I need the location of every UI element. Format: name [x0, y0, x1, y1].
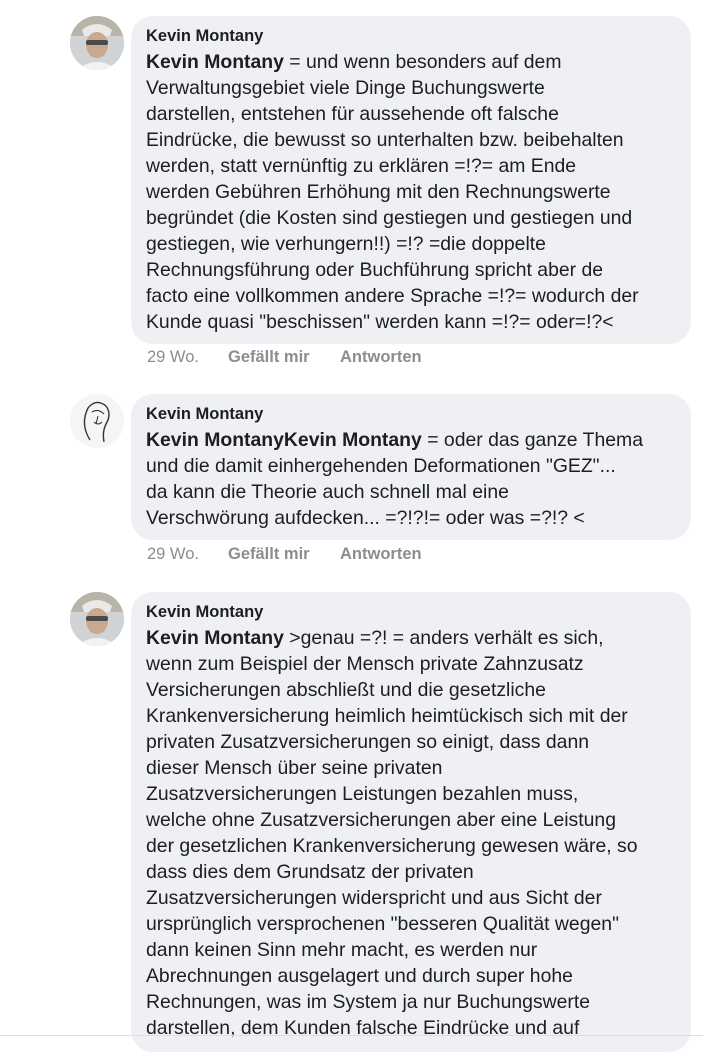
comment-bubble: Kevin Montany Kevin Montany >genau =?! =… [131, 592, 691, 1052]
comment-author[interactable]: Kevin Montany [146, 602, 677, 622]
comment-author[interactable]: Kevin Montany [146, 26, 677, 46]
mention-link[interactable]: Kevin MontanyKevin Montany [146, 429, 422, 451]
comment-timestamp[interactable]: 29 Wo. [147, 348, 228, 367]
mention-link[interactable]: Kevin Montany [146, 627, 284, 649]
comment-text: Kevin Montany >genau =?! = anders verhäl… [146, 625, 677, 1041]
comment-bubble: Kevin Montany Kevin Montany = und wenn b… [131, 16, 691, 344]
comment-body: = und wenn besonders auf dem Verwaltungs… [146, 51, 639, 333]
comment-text: Kevin Montany = und wenn besonders auf d… [146, 49, 677, 335]
comment-body: >genau =?! = anders verhält es sich, wen… [146, 627, 638, 1039]
comment-text: Kevin MontanyKevin Montany = oder das ga… [146, 427, 677, 531]
mention-link[interactable]: Kevin Montany [146, 51, 284, 73]
avatar[interactable] [70, 394, 124, 448]
avatar[interactable] [70, 592, 124, 646]
comment-bubble: Kevin Montany Kevin MontanyKevin Montany… [131, 394, 691, 540]
like-button[interactable]: Gefällt mir [228, 545, 340, 564]
reply-button[interactable]: Antworten [340, 545, 422, 564]
comment-timestamp[interactable]: 29 Wo. [147, 545, 228, 564]
comment-author[interactable]: Kevin Montany [146, 404, 677, 424]
like-button[interactable]: Gefällt mir [228, 348, 340, 367]
comment-actions: 29 Wo. Gefällt mir Antworten [147, 348, 422, 367]
comment-actions: 29 Wo. Gefällt mir Antworten [147, 545, 422, 564]
reply-button[interactable]: Antworten [340, 348, 422, 367]
avatar[interactable] [70, 16, 124, 70]
